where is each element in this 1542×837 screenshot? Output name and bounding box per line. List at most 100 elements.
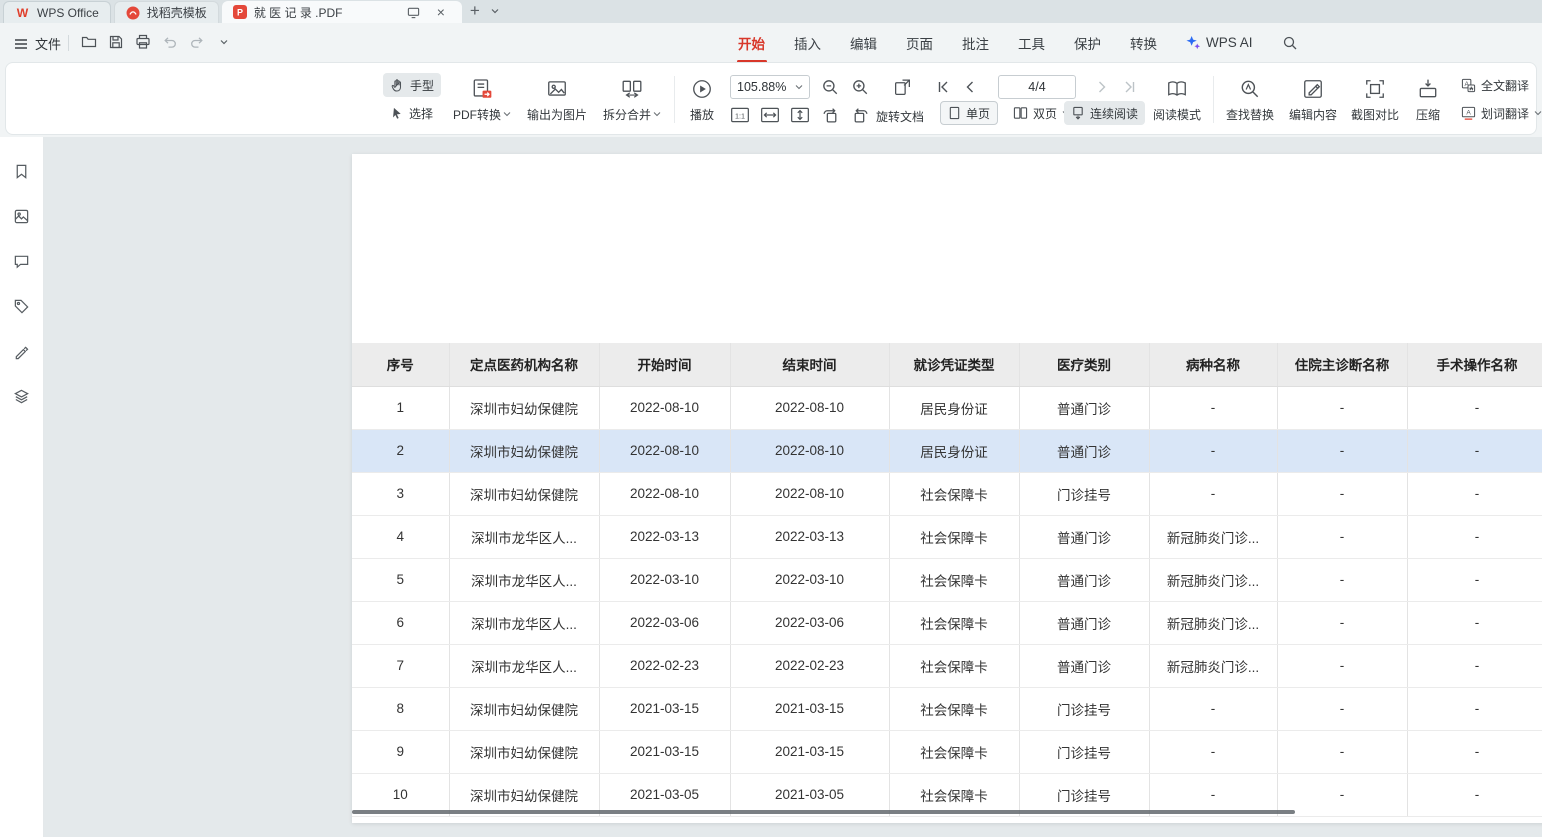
fit-window-icon[interactable] bbox=[890, 75, 914, 99]
full-translate-button[interactable]: A 全文翻译 bbox=[1454, 73, 1536, 97]
table-cell: - bbox=[1277, 601, 1407, 644]
signature-pen-icon[interactable] bbox=[10, 339, 34, 363]
fit-width-icon[interactable] bbox=[758, 103, 782, 127]
single-page-button[interactable]: 单页 bbox=[940, 101, 998, 125]
play-button[interactable]: 播放 bbox=[678, 72, 726, 128]
print-icon[interactable] bbox=[132, 31, 154, 53]
layers-icon[interactable] bbox=[10, 384, 34, 408]
table-cell: 普通门诊 bbox=[1019, 644, 1149, 687]
column-header: 序号 bbox=[352, 343, 449, 386]
ribbon-tab-page[interactable]: 页面 bbox=[906, 33, 933, 53]
table-cell: 深圳市龙华区人... bbox=[449, 601, 599, 644]
ribbon-tab-convert[interactable]: 转换 bbox=[1130, 33, 1157, 53]
split-merge-button[interactable]: 拆分合并 bbox=[596, 72, 668, 128]
split-screen-icon[interactable] bbox=[404, 2, 424, 22]
pdf-convert-icon bbox=[471, 78, 493, 100]
ribbon-tab-comment[interactable]: 批注 bbox=[962, 33, 989, 53]
tab-document[interactable]: P 就 医 记 录 .PDF × bbox=[222, 1, 462, 23]
table-cell: 社会保障卡 bbox=[889, 644, 1019, 687]
wps-ai-icon bbox=[1186, 35, 1201, 50]
zoom-caret-icon bbox=[795, 84, 803, 90]
save-icon[interactable] bbox=[105, 31, 127, 53]
zoom-level-select[interactable]: 105.88% bbox=[730, 75, 810, 99]
table-row: 3深圳市妇幼保健院2022-08-102022-08-10社会保障卡门诊挂号--… bbox=[352, 472, 1542, 515]
read-mode-button[interactable]: 阅读模式 bbox=[1146, 72, 1208, 128]
table-cell: 7 bbox=[352, 644, 449, 687]
table-cell: 新冠肺炎门诊... bbox=[1149, 515, 1277, 558]
split-merge-caret-icon bbox=[653, 111, 661, 117]
rotate-right-icon[interactable] bbox=[848, 103, 872, 127]
pdf-convert-button[interactable]: PDF转换 bbox=[446, 72, 518, 128]
new-tab-button[interactable]: + bbox=[465, 1, 485, 21]
table-cell: 深圳市妇幼保健院 bbox=[449, 472, 599, 515]
ribbon-tab-home[interactable]: 开始 bbox=[738, 33, 765, 53]
quick-access-toolbar bbox=[78, 31, 235, 53]
zoom-out-icon[interactable] bbox=[818, 75, 842, 99]
undo-icon[interactable] bbox=[159, 31, 181, 53]
zoom-in-icon[interactable] bbox=[848, 75, 872, 99]
table-cell: 社会保障卡 bbox=[889, 515, 1019, 558]
main-area: 序号 定点医药机构名称 开始时间 结束时间 就诊凭证类型 医疗类别 病种名称 住… bbox=[0, 137, 1542, 837]
menubar: 文件 开始 插入 编辑 bbox=[0, 23, 1542, 62]
table-row: 5深圳市龙华区人...2022-03-102022-03-10社会保障卡普通门诊… bbox=[352, 558, 1542, 601]
ribbon-tab-wps-ai[interactable]: WPS AI bbox=[1186, 35, 1253, 50]
file-menu-button[interactable]: 文件 bbox=[10, 32, 65, 55]
ribbon-tab-tools[interactable]: 工具 bbox=[1018, 33, 1045, 53]
prev-page-icon[interactable] bbox=[958, 75, 982, 99]
left-sidebar bbox=[0, 137, 44, 837]
find-replace-button[interactable]: 查找替换 bbox=[1218, 72, 1282, 128]
word-translate-label: 划词翻译 bbox=[1481, 105, 1529, 122]
first-page-icon[interactable] bbox=[931, 75, 955, 99]
table-row: 8深圳市妇幼保健院2021-03-152021-03-15社会保障卡门诊挂号--… bbox=[352, 687, 1542, 730]
table-cell: 2022-08-10 bbox=[730, 472, 889, 515]
compress-button[interactable]: 压缩 bbox=[1406, 72, 1450, 128]
open-file-icon[interactable] bbox=[78, 31, 100, 53]
rotate-left-icon[interactable] bbox=[818, 103, 842, 127]
svg-text:W: W bbox=[17, 6, 29, 20]
ribbon-tab-insert[interactable]: 插入 bbox=[794, 33, 821, 53]
continuous-read-button[interactable]: 连续阅读 bbox=[1064, 101, 1145, 125]
table-cell: - bbox=[1149, 472, 1277, 515]
tab-docer-label: 找稻壳模板 bbox=[147, 4, 207, 21]
ribbon-search-icon[interactable] bbox=[1282, 35, 1298, 51]
table-cell: 普通门诊 bbox=[1019, 515, 1149, 558]
table-row: 1深圳市妇幼保健院2022-08-102022-08-10居民身份证普通门诊--… bbox=[352, 386, 1542, 429]
document-canvas[interactable]: 序号 定点医药机构名称 开始时间 结束时间 就诊凭证类型 医疗类别 病种名称 住… bbox=[44, 137, 1542, 837]
redo-icon[interactable] bbox=[186, 31, 208, 53]
table-cell: 门诊挂号 bbox=[1019, 472, 1149, 515]
qat-chevron-icon[interactable] bbox=[213, 31, 235, 53]
tab-close-icon[interactable]: × bbox=[431, 2, 451, 22]
tab-wps-home[interactable]: W WPS Office bbox=[3, 1, 111, 23]
actual-size-icon[interactable]: 1:1 bbox=[728, 103, 752, 127]
page-number-input[interactable]: 4/4 bbox=[998, 75, 1076, 99]
export-image-label: 输出为图片 bbox=[527, 106, 587, 123]
pdf-convert-label: PDF转换 bbox=[453, 106, 501, 123]
last-page-icon[interactable] bbox=[1118, 75, 1142, 99]
tab-list-chevron-icon[interactable] bbox=[485, 1, 505, 21]
horizontal-scrollbar[interactable] bbox=[352, 810, 1295, 814]
rotate-document-label[interactable]: 旋转文档 bbox=[876, 108, 924, 125]
hand-tool-button[interactable]: 手型 bbox=[383, 73, 441, 97]
table-cell: 深圳市妇幼保健院 bbox=[449, 429, 599, 472]
ribbon-tab-protect[interactable]: 保护 bbox=[1074, 33, 1101, 53]
comment-icon[interactable] bbox=[10, 249, 34, 273]
select-tool-button[interactable]: 选择 bbox=[383, 101, 440, 125]
thumbnail-icon[interactable] bbox=[10, 204, 34, 228]
bookmark-icon[interactable] bbox=[10, 159, 34, 183]
fit-page-icon[interactable] bbox=[788, 103, 812, 127]
hand-tool-label: 手型 bbox=[410, 77, 434, 94]
table-cell: 社会保障卡 bbox=[889, 472, 1019, 515]
ribbon-tab-edit[interactable]: 编辑 bbox=[850, 33, 877, 53]
table-cell: - bbox=[1277, 730, 1407, 773]
screenshot-compare-button[interactable]: 截图对比 bbox=[1346, 72, 1404, 128]
table-cell: - bbox=[1407, 601, 1542, 644]
word-translate-button[interactable]: A 划词翻译 bbox=[1454, 101, 1542, 125]
table-cell: - bbox=[1277, 429, 1407, 472]
table-cell: 1 bbox=[352, 386, 449, 429]
tab-docer[interactable]: 找稻壳模板 bbox=[114, 1, 219, 23]
export-image-button[interactable]: 输出为图片 bbox=[520, 72, 594, 128]
edit-content-button[interactable]: 编辑内容 bbox=[1282, 72, 1344, 128]
column-header: 定点医药机构名称 bbox=[449, 343, 599, 386]
tag-icon[interactable] bbox=[10, 294, 34, 318]
next-page-icon[interactable] bbox=[1090, 75, 1114, 99]
